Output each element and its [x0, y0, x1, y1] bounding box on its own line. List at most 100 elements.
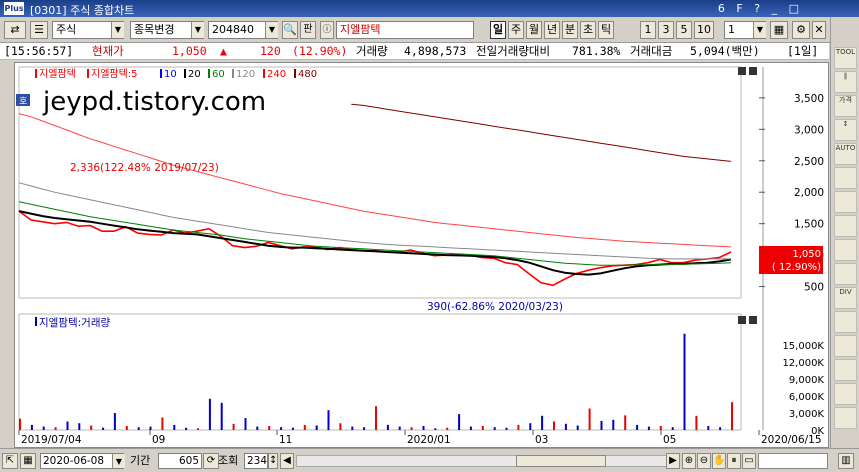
volume-bar [280, 427, 283, 430]
volume-bar [66, 421, 69, 430]
zoom-input[interactable]: 234 [244, 453, 268, 469]
refresh-icon[interactable]: ⟳ [203, 453, 219, 469]
right-tool-9[interactable] [834, 263, 857, 285]
chart-svg[interactable]: 3,5003,0002,5002,0001,5001,00050015,000K… [15, 63, 828, 447]
fit-icon[interactable]: ▭ [742, 453, 756, 469]
calendar-icon[interactable]: ▦ [20, 453, 36, 469]
grid-icon[interactable]: ▦ [770, 21, 788, 39]
volume-bar [54, 427, 57, 430]
right-tool-8[interactable] [834, 239, 857, 261]
legend-label: 240 [267, 69, 286, 80]
volume-restore-icon[interactable] [738, 316, 746, 324]
volume-bar [505, 427, 508, 430]
right-tool-3[interactable]: ↕ [834, 119, 857, 141]
search-icon[interactable]: 🔍 [282, 21, 298, 39]
legend-swatch [232, 69, 234, 78]
right-tool-13[interactable] [834, 359, 857, 381]
right-toolbar: TOOL ∥ 가격 ↕ AUTO DIV [830, 17, 859, 472]
right-tool-1[interactable]: ∥ [834, 71, 857, 93]
right-tool-12[interactable] [834, 335, 857, 357]
scroll-right-icon[interactable]: ▶ [666, 453, 680, 469]
zoom-in-icon[interactable]: ⊕ [682, 453, 696, 469]
left-strip [0, 62, 14, 448]
period-tick[interactable]: 틱 [598, 21, 614, 39]
minimize-icon[interactable]: _ [772, 2, 778, 15]
range-bar[interactable] [758, 453, 828, 469]
period-minute[interactable]: 분 [562, 21, 578, 39]
fav-icon[interactable]: F [736, 2, 742, 15]
series-line-480 [351, 103, 732, 162]
volume-bar [719, 427, 722, 430]
scroll-track[interactable] [296, 455, 680, 467]
right-tool-7[interactable] [834, 215, 857, 237]
legend-label: 480 [298, 69, 317, 80]
interval-5[interactable]: 5 [676, 21, 692, 39]
volume-bar [517, 424, 520, 430]
volume-bar [161, 417, 164, 430]
volume-bar [375, 406, 377, 430]
legend-swatch [184, 69, 186, 78]
zoom-out-icon[interactable]: ⊖ [697, 453, 711, 469]
menu-button[interactable]: ☰ [30, 21, 48, 39]
settings-icon[interactable]: ▥ [838, 453, 854, 469]
nav-left-icon[interactable]: ⇱ [2, 453, 18, 469]
help-icon[interactable]: ? [754, 2, 760, 15]
panel-restore-icon[interactable] [738, 67, 746, 75]
volume-bar [647, 426, 650, 430]
right-tool-10[interactable]: DIV [834, 287, 857, 309]
period-year[interactable]: 년 [544, 21, 560, 39]
scroll-thumb[interactable] [516, 455, 606, 467]
chevron-down-icon[interactable]: ▼ [753, 22, 766, 38]
chevron-down-icon[interactable]: ▼ [191, 22, 204, 38]
interval-1[interactable]: 1 [640, 21, 656, 39]
panel-close-icon[interactable] [749, 67, 757, 75]
volume-bar [42, 426, 45, 430]
link-button[interactable]: ⇄ [4, 21, 26, 39]
right-tool-11[interactable] [834, 311, 857, 333]
window-number[interactable]: 6 [718, 2, 725, 15]
right-tool-6[interactable] [834, 191, 857, 213]
volume-bar [422, 426, 425, 430]
volume-bar [410, 427, 413, 430]
period-day[interactable]: 일 [490, 21, 506, 39]
right-tool-2[interactable]: 가격 [834, 95, 857, 117]
volume-bar [695, 415, 698, 430]
right-tool-4[interactable]: AUTO [834, 143, 857, 165]
interval-10[interactable]: 10 [694, 21, 714, 39]
gear-icon[interactable]: ⚙ [792, 21, 810, 39]
chevron-down-icon[interactable]: ▼ [265, 22, 278, 38]
right-tool-0[interactable]: TOOL [834, 47, 857, 69]
info-icon[interactable]: ⓘ [320, 21, 334, 39]
scroll-left-icon[interactable]: ◀ [280, 453, 294, 469]
period-second[interactable]: 초 [580, 21, 596, 39]
x-tick-label: 2019/07/04 [21, 434, 82, 446]
pause-icon[interactable]: ⏸ [727, 453, 741, 469]
window-controls: 6 F ? _ □ [710, 2, 799, 15]
pan-button[interactable]: 판 [300, 21, 316, 39]
spinner-icon[interactable]: ↕ [268, 453, 278, 469]
volume-bar [529, 423, 532, 430]
volume-bar [493, 427, 496, 430]
volume-bar [469, 426, 472, 430]
chart-panel[interactable]: 3,5003,0002,5002,0001,5001,00050015,000K… [14, 62, 829, 448]
period-week[interactable]: 주 [508, 21, 524, 39]
volume-bar [458, 414, 461, 430]
right-tool-5[interactable] [834, 167, 857, 189]
right-tool-15[interactable] [834, 407, 857, 429]
right-tool-14[interactable] [834, 383, 857, 405]
close-icon[interactable]: ✕ [812, 21, 826, 39]
period-input[interactable]: 605 [158, 453, 202, 469]
period-month[interactable]: 월 [526, 21, 542, 39]
chevron-down-icon[interactable]: ▼ [112, 454, 125, 468]
volume-bar [541, 415, 544, 430]
period-badge[interactable]: [1일] [787, 43, 818, 60]
maximize-icon[interactable]: □ [789, 2, 799, 15]
chevron-down-icon[interactable]: ▼ [111, 22, 124, 38]
amount-label: 거래대금 [630, 44, 673, 58]
volume-bar [197, 428, 199, 430]
hand-icon[interactable]: ✋ [712, 453, 726, 469]
volume-close-icon[interactable] [749, 316, 757, 324]
volume-bar [90, 425, 93, 430]
series-line-120 [18, 182, 731, 260]
interval-3[interactable]: 3 [658, 21, 674, 39]
